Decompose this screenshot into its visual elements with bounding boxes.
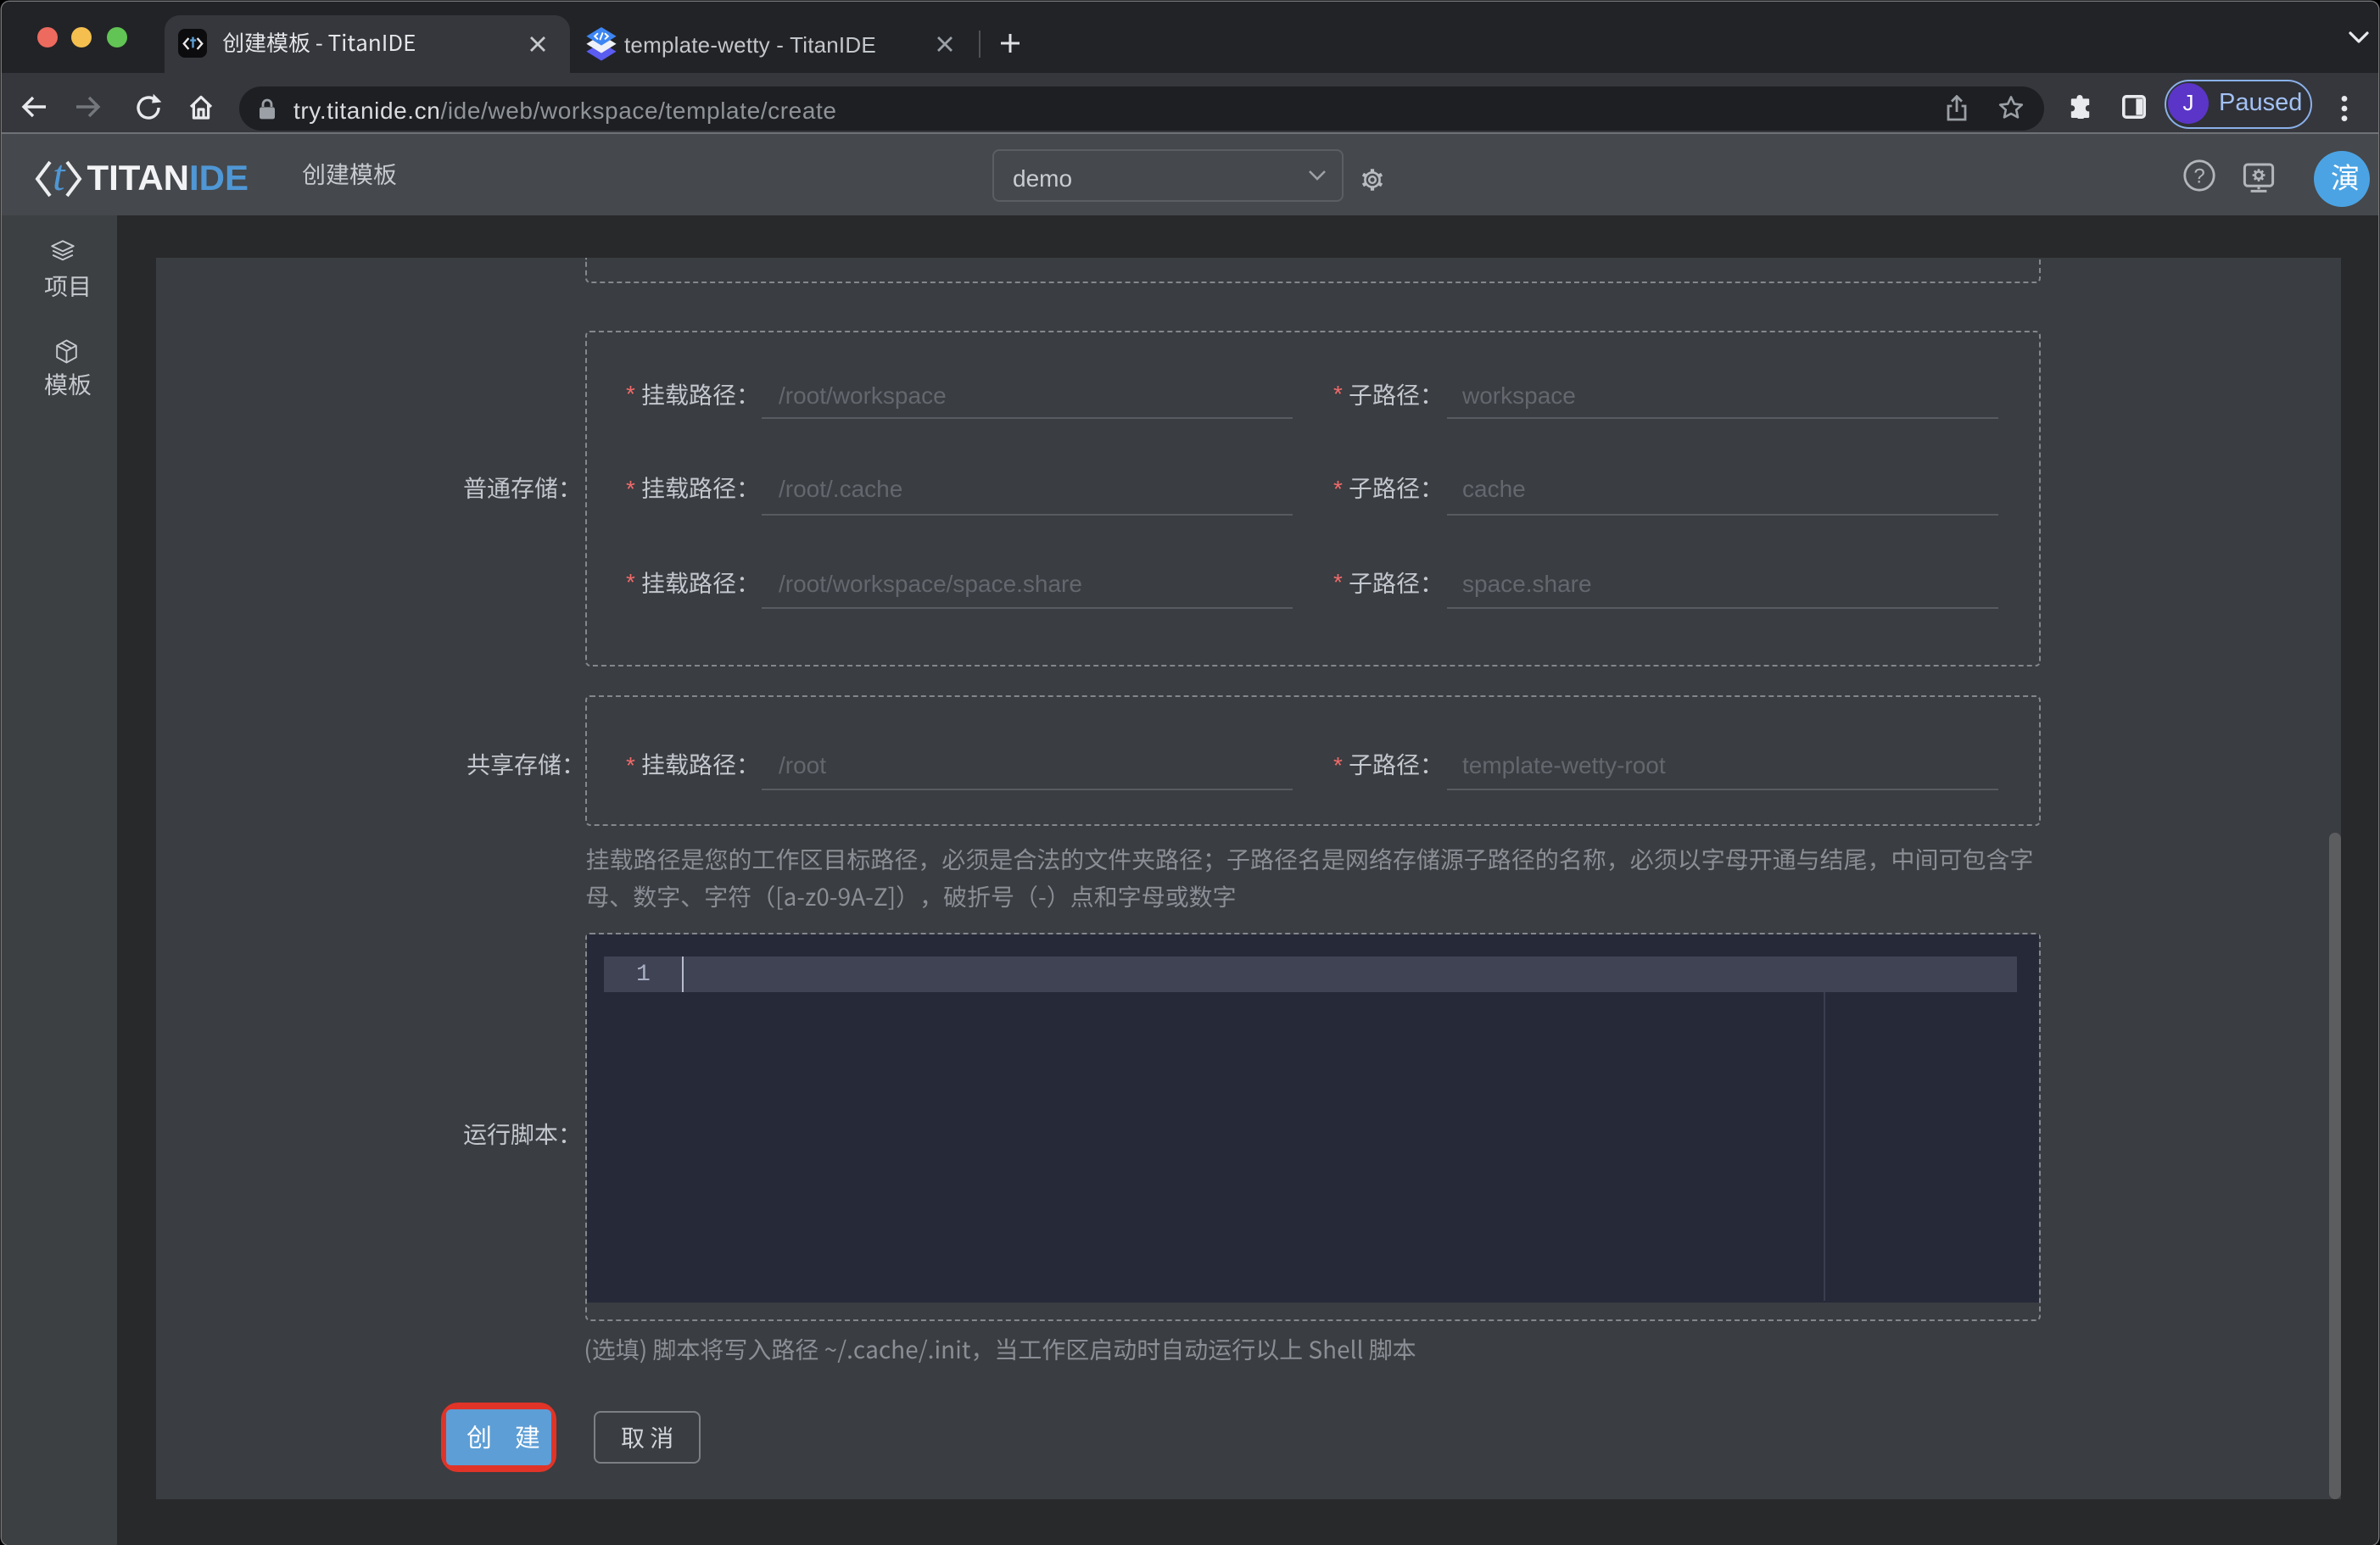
svg-text:?: ?: [2193, 165, 2204, 188]
